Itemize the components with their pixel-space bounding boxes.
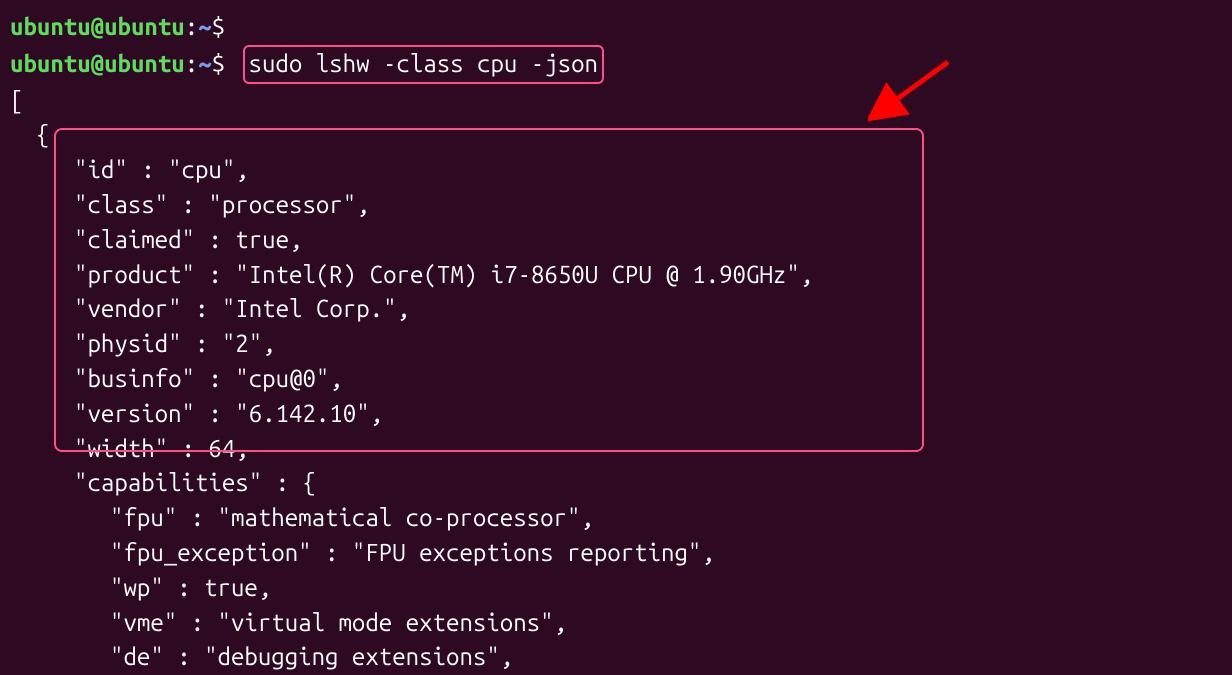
json-open-brace: { [10,118,1222,153]
prompt-colon-1: : [185,13,198,40]
json-line: "physid" : "2", [10,327,1222,362]
command-highlight-box: sudo lshw -class cpu -json [243,45,604,84]
prompt-path-1: ~ [198,13,211,40]
json-line: "version" : "6.142.10", [10,397,1222,432]
capability-line: "wp" : true, [10,571,1222,606]
command-text: sudo lshw -class cpu -json [249,50,598,77]
json-line: "width" : 64, [10,432,1222,467]
prompt-colon-2: : [185,50,198,77]
json-open-bracket: [ [10,84,1222,119]
json-line: "businfo" : "cpu@0", [10,362,1222,397]
prompt-dollar-1: $ [212,13,225,40]
prompt-user-2: ubuntu@ubuntu [10,50,185,77]
json-line: "id" : "cpu", [10,153,1222,188]
prompt-line-1[interactable]: ubuntu@ubuntu:~$ [10,10,1222,45]
prompt-path-2: ~ [198,50,211,77]
capability-line: "de" : "debugging extensions", [10,640,1222,675]
json-line: "product" : "Intel(R) Core(TM) i7-8650U … [10,258,1222,293]
capability-line: "fpu" : "mathematical co-processor", [10,501,1222,536]
prompt-user: ubuntu@ubuntu [10,13,185,40]
json-line: "class" : "processor", [10,188,1222,223]
json-line: "vendor" : "Intel Corp.", [10,292,1222,327]
capability-line: "fpu_exception" : "FPU exceptions report… [10,536,1222,571]
capabilities-open: "capabilities" : { [10,466,1222,501]
prompt-line-2[interactable]: ubuntu@ubuntu:~$ sudo lshw -class cpu -j… [10,45,1222,84]
prompt-dollar-2: $ [212,50,225,77]
capability-line: "vme" : "virtual mode extensions", [10,606,1222,641]
json-line: "claimed" : true, [10,223,1222,258]
